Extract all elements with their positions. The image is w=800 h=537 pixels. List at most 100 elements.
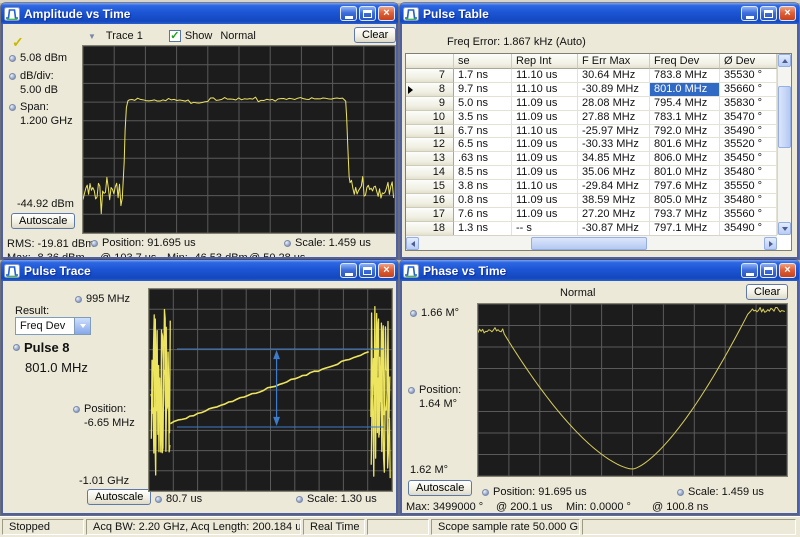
table-cell[interactable]: 797.1 MHz — [650, 222, 720, 236]
knob-icon[interactable] — [296, 496, 303, 503]
table-cell[interactable]: 35520 ° — [720, 138, 777, 152]
table-row[interactable]: 126.5 ns11.09 us-30.33 MHz801.6 MHz35520… — [406, 138, 791, 152]
knob-icon[interactable] — [91, 240, 98, 247]
table-row[interactable]: 103.5 ns11.09 us27.88 MHz783.1 MHz35470 … — [406, 111, 791, 125]
vertical-scrollbar[interactable] — [777, 54, 791, 235]
table-row[interactable]: 71.7 ns11.10 us30.64 MHz783.8 MHz35530 ° — [406, 69, 791, 83]
table-row[interactable]: 177.6 ns11.09 us27.20 MHz793.7 MHz35560 … — [406, 208, 791, 222]
column-header[interactable]: Rep Int — [512, 54, 578, 69]
knob-icon[interactable] — [13, 344, 20, 351]
pulse-trace-graph[interactable] — [148, 288, 393, 492]
table-cell[interactable]: 35470 ° — [720, 111, 777, 125]
table-cell[interactable]: 11.09 us — [512, 152, 578, 166]
table-cell[interactable]: 27.88 MHz — [578, 111, 650, 125]
table-cell[interactable]: 0.8 ns — [454, 194, 512, 208]
knob-icon[interactable] — [410, 310, 417, 317]
knob-icon[interactable] — [9, 104, 16, 111]
table-cell[interactable]: 35.06 MHz — [578, 166, 650, 180]
scroll-right-button[interactable] — [764, 237, 777, 250]
trace-selector-chevron-icon[interactable]: ▼ — [88, 32, 96, 41]
maximize-button[interactable] — [359, 6, 376, 21]
close-button[interactable]: × — [378, 6, 395, 21]
column-header[interactable]: Freq Dev — [650, 54, 720, 69]
table-cell[interactable]: -29.84 MHz — [578, 180, 650, 194]
table-row[interactable]: 95.0 ns11.09 us28.08 MHz795.4 MHz35830 ° — [406, 97, 791, 111]
table-row[interactable]: 148.5 ns11.09 us35.06 MHz801.0 MHz35480 … — [406, 166, 791, 180]
autoscale-button[interactable]: Autoscale — [11, 213, 75, 229]
show-checkbox[interactable]: ✓ — [169, 30, 181, 42]
maximize-button[interactable] — [760, 263, 777, 278]
minimize-button[interactable] — [741, 263, 758, 278]
table-row[interactable]: 89.7 ns11.10 us-30.89 MHz801.0 MHz35660 … — [406, 83, 791, 97]
table-cell[interactable]: 35560 ° — [720, 208, 777, 222]
table-cell[interactable]: 11.10 us — [512, 69, 578, 83]
close-button[interactable]: × — [779, 6, 796, 21]
table-row[interactable]: 160.8 ns11.09 us38.59 MHz805.0 MHz35480 … — [406, 194, 791, 208]
table-cell[interactable]: 35480 ° — [720, 166, 777, 180]
table-cell[interactable]: 11.09 us — [512, 138, 578, 152]
table-cell[interactable]: 35490 ° — [720, 222, 777, 236]
table-cell[interactable]: 1.7 ns — [454, 69, 512, 83]
close-button[interactable]: × — [378, 263, 395, 278]
table-cell[interactable]: 34.85 MHz — [578, 152, 650, 166]
table-cell[interactable]: 801.6 MHz — [650, 138, 720, 152]
table-cell[interactable]: -30.89 MHz — [578, 83, 650, 97]
table-cell[interactable]: 783.8 MHz — [650, 69, 720, 83]
table-cell[interactable]: 11.09 us — [512, 97, 578, 111]
titlebar-amplitude[interactable]: Amplitude vs Time × — [1, 3, 398, 24]
titlebar-phase[interactable]: Phase vs Time × — [400, 260, 799, 281]
minimize-button[interactable] — [340, 263, 357, 278]
table-cell[interactable]: 8.5 ns — [454, 166, 512, 180]
table-cell[interactable]: -30.33 MHz — [578, 138, 650, 152]
table-cell[interactable]: 11.10 us — [512, 180, 578, 194]
vertical-scroll-thumb[interactable] — [778, 86, 791, 148]
table-cell[interactable]: 11.09 us — [512, 166, 578, 180]
close-button[interactable]: × — [779, 263, 796, 278]
row-header[interactable]: 14 — [406, 166, 454, 180]
trace-selector[interactable]: Trace 1 — [106, 30, 143, 42]
horizontal-scroll-thumb[interactable] — [531, 237, 647, 250]
row-header[interactable]: 15 — [406, 180, 454, 194]
table-cell[interactable]: 793.7 MHz — [650, 208, 720, 222]
knob-icon[interactable] — [9, 55, 16, 62]
table-cell[interactable]: .63 ns — [454, 152, 512, 166]
table-cell[interactable]: 3.8 ns — [454, 180, 512, 194]
table-cell[interactable]: 797.6 MHz — [650, 180, 720, 194]
autoscale-button[interactable]: Autoscale — [87, 489, 151, 505]
scroll-up-button[interactable] — [778, 54, 791, 67]
table-cell[interactable]: 6.7 ns — [454, 125, 512, 139]
knob-icon[interactable] — [408, 387, 415, 394]
table-cell[interactable]: 11.09 us — [512, 111, 578, 125]
column-header[interactable]: F Err Max — [578, 54, 650, 69]
column-header[interactable]: se — [454, 54, 512, 69]
table-cell[interactable]: 9.7 ns — [454, 83, 512, 97]
row-header[interactable]: 11 — [406, 125, 454, 139]
table-cell[interactable]: 7.6 ns — [454, 208, 512, 222]
table-cell[interactable]: 30.64 MHz — [578, 69, 650, 83]
row-header[interactable]: 10 — [406, 111, 454, 125]
titlebar-pulse-trace[interactable]: Pulse Trace × — [1, 260, 398, 281]
table-cell[interactable]: 38.59 MHz — [578, 194, 650, 208]
minimize-button[interactable] — [741, 6, 758, 21]
table-cell[interactable]: 1.3 ns — [454, 222, 512, 236]
table-cell[interactable]: 28.08 MHz — [578, 97, 650, 111]
knob-icon[interactable] — [155, 496, 162, 503]
autoscale-button[interactable]: Autoscale — [408, 480, 472, 496]
row-header[interactable]: 12 — [406, 138, 454, 152]
table-cell[interactable]: 801.0 MHz — [650, 83, 720, 97]
scroll-left-button[interactable] — [406, 237, 419, 250]
row-header[interactable]: 7 — [406, 69, 454, 83]
table-row[interactable]: 13.63 ns11.09 us34.85 MHz806.0 MHz35450 … — [406, 152, 791, 166]
table-cell[interactable]: 11.09 us — [512, 208, 578, 222]
table-cell[interactable]: 783.1 MHz — [650, 111, 720, 125]
knob-icon[interactable] — [482, 489, 489, 496]
table-cell[interactable]: 35530 ° — [720, 69, 777, 83]
table-row[interactable]: 153.8 ns11.10 us-29.84 MHz797.6 MHz35550… — [406, 180, 791, 194]
knob-icon[interactable] — [75, 296, 82, 303]
column-header[interactable]: Ø Dev — [720, 54, 777, 69]
clear-button[interactable]: Clear — [354, 27, 396, 43]
table-cell[interactable]: 35550 ° — [720, 180, 777, 194]
knob-icon[interactable] — [73, 406, 80, 413]
table-cell[interactable]: 792.0 MHz — [650, 125, 720, 139]
dropdown-arrow-icon[interactable] — [74, 318, 90, 334]
